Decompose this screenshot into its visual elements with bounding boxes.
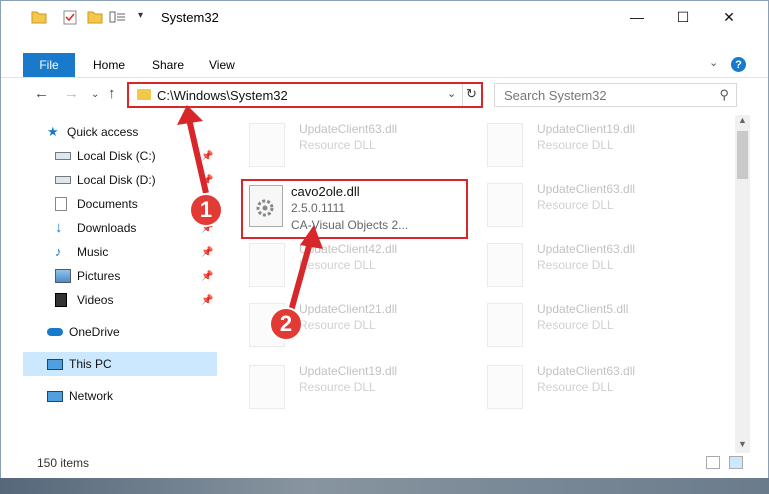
arrow-2-line <box>288 238 314 312</box>
annotation-arrows <box>177 105 323 312</box>
step-marker-2: 2 <box>269 307 303 341</box>
desktop-wallpaper <box>0 478 769 494</box>
step-marker-1: 1 <box>189 193 223 227</box>
explorer-window: ▾ System32 — ☐ ✕ File Home Share View ⌄ … <box>0 0 769 480</box>
arrow-1-head <box>177 105 203 125</box>
arrow-2-head <box>300 225 323 249</box>
arrow-1-line <box>186 118 209 194</box>
